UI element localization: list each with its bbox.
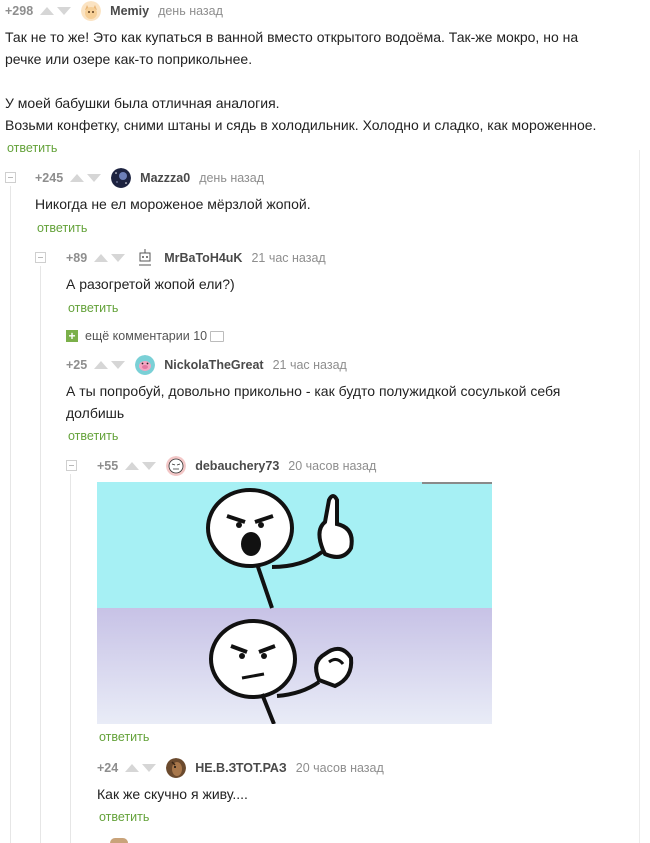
- reply-link[interactable]: ответить: [68, 429, 118, 443]
- comment-rating: +25: [66, 358, 88, 372]
- reply-link[interactable]: ответить: [37, 221, 87, 235]
- comment-header: +89 MrBaToH4uK 21 час назад: [66, 248, 326, 268]
- reply-link[interactable]: ответить: [99, 810, 149, 824]
- downvote-icon[interactable]: [111, 254, 126, 262]
- comment-bubble-icon: [210, 330, 225, 342]
- comment-time[interactable]: 21 час назад: [273, 358, 347, 372]
- meme-avatar[interactable]: [166, 456, 187, 476]
- collapse-toggle[interactable]: [66, 460, 77, 471]
- upvote-icon[interactable]: [94, 254, 109, 262]
- comment-text: Так не то же! Это как купаться в ванной …: [5, 29, 597, 133]
- pig-avatar[interactable]: [135, 355, 156, 375]
- comment-header: +25 NickolaTheGreat 21 час назад: [66, 355, 347, 375]
- comment-time[interactable]: 20 часов назад: [296, 761, 384, 775]
- downvote-icon[interactable]: [57, 7, 72, 15]
- comment-time[interactable]: 21 час назад: [251, 251, 325, 265]
- thread-line: [10, 186, 11, 843]
- upvote-icon[interactable]: [94, 361, 109, 369]
- next-comment-avatar: [110, 838, 128, 843]
- comment-header: +55 debauchery73 20 часов назад: [97, 456, 376, 476]
- upvote-icon[interactable]: [40, 7, 55, 15]
- downvote-icon[interactable]: [111, 361, 126, 369]
- robot-avatar[interactable]: [135, 248, 156, 268]
- space-avatar[interactable]: [111, 168, 132, 188]
- comment-rating: +89: [66, 251, 88, 265]
- plus-icon: +: [66, 330, 78, 342]
- comment-header: +24 НЕ.В.ЗТОТ.РАЗ 20 часов назад: [97, 758, 384, 778]
- comment-text: А разогретой жопой ели?): [66, 276, 235, 292]
- comment-rating: +245: [35, 171, 64, 185]
- comment-text: Как же скучно я живу....: [97, 786, 248, 802]
- downvote-icon[interactable]: [142, 462, 157, 470]
- more-comments[interactable]: + ещё комментарии 10: [66, 329, 225, 343]
- upvote-icon[interactable]: [70, 174, 85, 182]
- reply-link[interactable]: ответить: [68, 301, 118, 315]
- more-comments-label: ещё комментарии 10: [85, 329, 208, 343]
- comment-username[interactable]: НЕ.В.ЗТОТ.РАЗ: [195, 761, 287, 775]
- reply-link[interactable]: ответить: [7, 141, 57, 155]
- comment-text: Никогда не ел мороженое мёрзлой жопой.: [35, 196, 311, 212]
- comment-username[interactable]: MrBaToH4uK: [164, 251, 242, 265]
- comment-time[interactable]: день назад: [199, 171, 264, 185]
- comment-username[interactable]: Memiy: [110, 4, 149, 18]
- comment-rating: +24: [97, 761, 119, 775]
- comment-rating: +298: [5, 4, 34, 18]
- comment-time[interactable]: 20 часов назад: [288, 459, 376, 473]
- thread-line: [40, 266, 41, 843]
- cat-avatar[interactable]: [81, 1, 102, 21]
- collapse-toggle[interactable]: [5, 172, 16, 183]
- horse-avatar[interactable]: [166, 758, 187, 778]
- comment-header: +245 Mazzza0 день назад: [35, 168, 264, 188]
- comment-text: А ты попробуй, довольно прикольно - как …: [66, 383, 561, 421]
- comment-username[interactable]: Mazzza0: [140, 171, 190, 185]
- upvote-icon[interactable]: [125, 764, 140, 772]
- downvote-icon[interactable]: [87, 174, 102, 182]
- comment-header: +298 Memiy день назад: [5, 1, 223, 21]
- thread-line: [70, 474, 71, 843]
- comment-rating: +55: [97, 459, 119, 473]
- meme-image[interactable]: [97, 482, 492, 724]
- comment-username[interactable]: NickolaTheGreat: [164, 358, 263, 372]
- comment-time[interactable]: день назад: [158, 4, 223, 18]
- collapse-toggle[interactable]: [35, 252, 46, 263]
- thread-line: [639, 150, 640, 843]
- downvote-icon[interactable]: [142, 764, 157, 772]
- upvote-icon[interactable]: [125, 462, 140, 470]
- reply-link[interactable]: ответить: [99, 730, 149, 744]
- comment-username[interactable]: debauchery73: [195, 459, 279, 473]
